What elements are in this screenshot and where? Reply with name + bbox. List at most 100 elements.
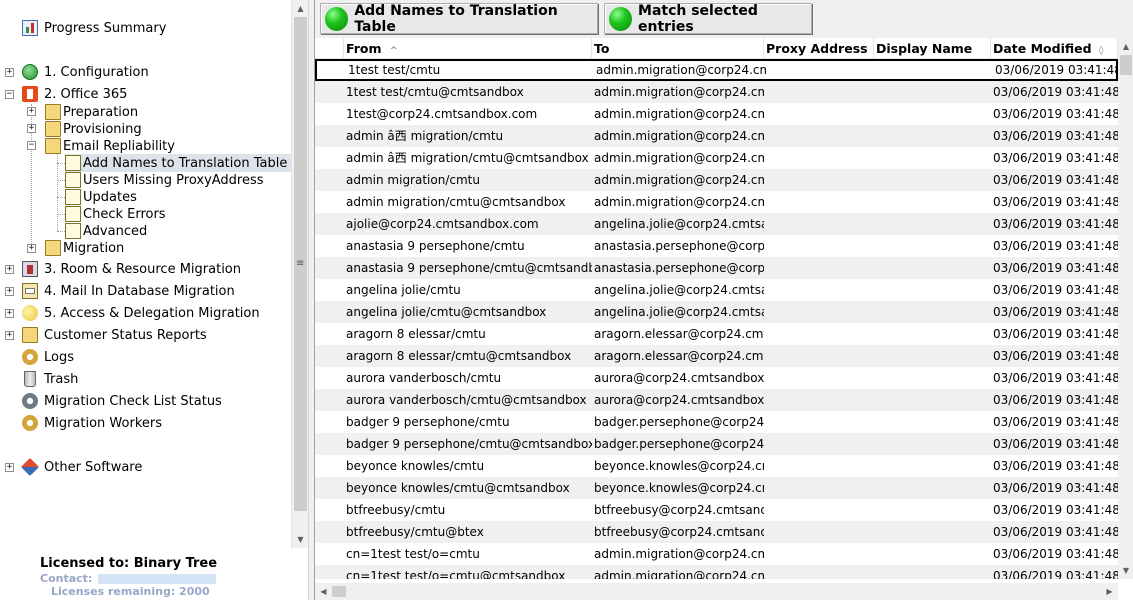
cell-to[interactable]: admin.migration@corp24.cmts [592, 543, 764, 565]
cell-date-modified[interactable]: 03/06/2019 03:41:48 PM [991, 257, 1118, 279]
scroll-down-arrow-icon[interactable]: ▼ [1118, 562, 1133, 579]
cell-date-modified[interactable]: 03/06/2019 03:41:48 PM [991, 565, 1118, 579]
cell-display-name[interactable] [874, 103, 991, 125]
table-row[interactable]: cn=1test test/o=cmtu@cmtsandbox admin.mig… [315, 565, 1118, 579]
table-row[interactable]: angelina jolie/cmtu angelina.jolie@corp24… [315, 279, 1118, 301]
cell-display-name[interactable] [874, 345, 991, 367]
cell-from[interactable]: 1test test/cmtu [346, 59, 594, 81]
cell-date-modified[interactable]: 03/06/2019 03:41:48 PM [991, 213, 1118, 235]
cell-to[interactable]: angelina.jolie@corp24.cmtsan [592, 301, 764, 323]
cell-display-name[interactable] [874, 235, 991, 257]
cell-from[interactable]: angelina jolie/cmtu@cmtsandbox [344, 301, 592, 323]
match-entries-button[interactable]: Match selected entries [604, 3, 812, 35]
cell-proxy-address[interactable] [764, 257, 874, 279]
table-row[interactable]: 1test test/cmtu@cmtsandbox admin.migratio… [315, 81, 1118, 103]
tree-item-email-repliability[interactable]: Email Repliability [45, 136, 175, 156]
cell-date-modified[interactable]: 03/06/2019 03:41:48 PM [991, 147, 1118, 169]
cell-display-name[interactable] [874, 455, 991, 477]
tree-item-check-errors[interactable]: Check Errors [65, 205, 166, 223]
tree-item-configuration[interactable]: 1. Configuration [22, 62, 149, 82]
cell-from[interactable]: aragorn 8 elessar/cmtu@cmtsandbox [344, 345, 592, 367]
cell-display-name[interactable] [874, 169, 991, 191]
cell-to[interactable]: beyonce.knowles@corp24.cmts [592, 477, 764, 499]
cell-date-modified[interactable]: 03/06/2019 03:41:48 PM [991, 455, 1118, 477]
cell-to[interactable]: admin.migration@corp24.cmts [592, 81, 764, 103]
cell-proxy-address[interactable] [764, 169, 874, 191]
tree-item-workers[interactable]: Migration Workers [22, 413, 162, 433]
cell-proxy-address[interactable] [764, 103, 874, 125]
grid-vertical-scrollbar[interactable]: ▲ ▼ [1118, 38, 1133, 579]
cell-to[interactable]: admin.migration@corp24.cmts [592, 565, 764, 579]
cell-date-modified[interactable]: 03/06/2019 03:41:48 PM [991, 169, 1118, 191]
cell-to[interactable]: anastasia.persephone@corp24 [592, 257, 764, 279]
column-header-display[interactable]: Display Name [874, 38, 991, 59]
cell-from[interactable]: badger 9 persephone/cmtu [344, 411, 592, 433]
tree-item-room-resource[interactable]: 3. Room & Resource Migration [22, 259, 241, 279]
cell-date-modified[interactable]: 03/06/2019 03:41:48 PM [991, 235, 1118, 257]
collapse-button[interactable]: − [27, 141, 36, 150]
cell-date-modified[interactable]: 03/06/2019 03:41:48 PM [991, 323, 1118, 345]
cell-from[interactable]: anastasia 9 persephone/cmtu@cmtsandbox [344, 257, 592, 279]
cell-to[interactable]: admin.migration@corp24.cmts [594, 59, 766, 81]
cell-proxy-address[interactable] [764, 147, 874, 169]
tree-vertical-scrollbar[interactable]: ▲ ≡ ▼ [291, 0, 308, 548]
cell-proxy-address[interactable] [764, 433, 874, 455]
cell-proxy-address[interactable] [764, 125, 874, 147]
scroll-down-arrow-icon[interactable]: ▼ [292, 531, 309, 548]
cell-from[interactable]: badger 9 persephone/cmtu@cmtsandbox [344, 433, 592, 455]
tree-item-access-delegation[interactable]: 5. Access & Delegation Migration [22, 303, 260, 323]
table-row[interactable]: 1test test/cmtu admin.migration@corp24.cm… [315, 59, 1118, 81]
cell-from[interactable]: cn=1test test/o=cmtu@cmtsandbox [344, 565, 592, 579]
cell-to[interactable]: admin.migration@corp24.cmts [592, 147, 764, 169]
cell-from[interactable]: admin â西 migration/cmtu [344, 125, 592, 147]
cell-proxy-address[interactable] [764, 389, 874, 411]
cell-to[interactable]: admin.migration@corp24.cmts [592, 191, 764, 213]
cell-from[interactable]: angelina jolie/cmtu [344, 279, 592, 301]
cell-date-modified[interactable]: 03/06/2019 03:41:48 PM [991, 521, 1118, 543]
tree-item-other-software[interactable]: Other Software [20, 457, 142, 477]
cell-proxy-address[interactable] [764, 455, 874, 477]
scroll-up-arrow-icon[interactable]: ▲ [292, 0, 309, 17]
cell-proxy-address[interactable] [764, 301, 874, 323]
cell-date-modified[interactable]: 03/06/2019 03:41:48 PM [991, 301, 1118, 323]
tree-item-updates[interactable]: Updates [65, 188, 137, 206]
cell-from[interactable]: cn=1test test/o=cmtu [344, 543, 592, 565]
cell-display-name[interactable] [874, 389, 991, 411]
tree-item-add-names[interactable]: Add Names to Translation Table [65, 154, 291, 172]
cell-from[interactable]: 1test@corp24.cmtsandbox.com [344, 103, 592, 125]
cell-to[interactable]: admin.migration@corp24.cmts [592, 125, 764, 147]
expand-button[interactable]: + [5, 463, 14, 472]
cell-date-modified[interactable]: 03/06/2019 03:41:48 PM [991, 279, 1118, 301]
grid-horizontal-scrollbar[interactable]: ◀ ▶ [315, 583, 1118, 600]
cell-to[interactable]: angelina.jolie@corp24.cmtsand [592, 213, 764, 235]
cell-display-name[interactable] [874, 147, 991, 169]
table-row[interactable]: btfreebusy/cmtu@btex btfreebusy@corp24.cm… [315, 521, 1118, 543]
column-header-proxy[interactable]: Proxy Address [764, 38, 874, 59]
cell-from[interactable]: aurora vanderbosch/cmtu@cmtsandbox [344, 389, 592, 411]
cell-proxy-address[interactable] [764, 521, 874, 543]
column-header-date[interactable]: Date Modified ◊ [991, 38, 1118, 59]
cell-to[interactable]: btfreebusy@corp24.cmtsandbo [592, 521, 764, 543]
cell-to[interactable]: btfreebusy@corp24.cmtsandbo [592, 499, 764, 521]
cell-proxy-address[interactable] [764, 323, 874, 345]
tree-item-checklist[interactable]: Migration Check List Status [22, 391, 222, 411]
table-row[interactable]: badger 9 persephone/cmtu@cmtsandbox badge… [315, 433, 1118, 455]
cell-proxy-address[interactable] [764, 499, 874, 521]
cell-from[interactable]: admin â西 migration/cmtu@cmtsandbox [344, 147, 592, 169]
table-row[interactable]: angelina jolie/cmtu@cmtsandbox angelina.j… [315, 301, 1118, 323]
cell-proxy-address[interactable] [764, 367, 874, 389]
expand-button[interactable]: + [5, 265, 14, 274]
cell-from[interactable]: 1test test/cmtu@cmtsandbox [344, 81, 592, 103]
cell-date-modified[interactable]: 03/06/2019 03:41:48 PM [991, 367, 1118, 389]
table-row[interactable]: aurora vanderbosch/cmtu@cmtsandbox aurora… [315, 389, 1118, 411]
cell-proxy-address[interactable] [764, 213, 874, 235]
cell-from[interactable]: btfreebusy/cmtu@btex [344, 521, 592, 543]
cell-to[interactable]: angelina.jolie@corp24.cmtsan [592, 279, 764, 301]
table-row[interactable]: anastasia 9 persephone/cmtu@cmtsandbox an… [315, 257, 1118, 279]
collapse-button[interactable]: − [5, 90, 14, 99]
cell-proxy-address[interactable] [764, 345, 874, 367]
cell-from[interactable]: anastasia 9 persephone/cmtu [344, 235, 592, 257]
table-row[interactable]: 1test@corp24.cmtsandbox.com admin.migrati… [315, 103, 1118, 125]
cell-date-modified[interactable]: 03/06/2019 03:41:48 PM [991, 411, 1118, 433]
tree-item-logs[interactable]: Logs [22, 347, 74, 367]
